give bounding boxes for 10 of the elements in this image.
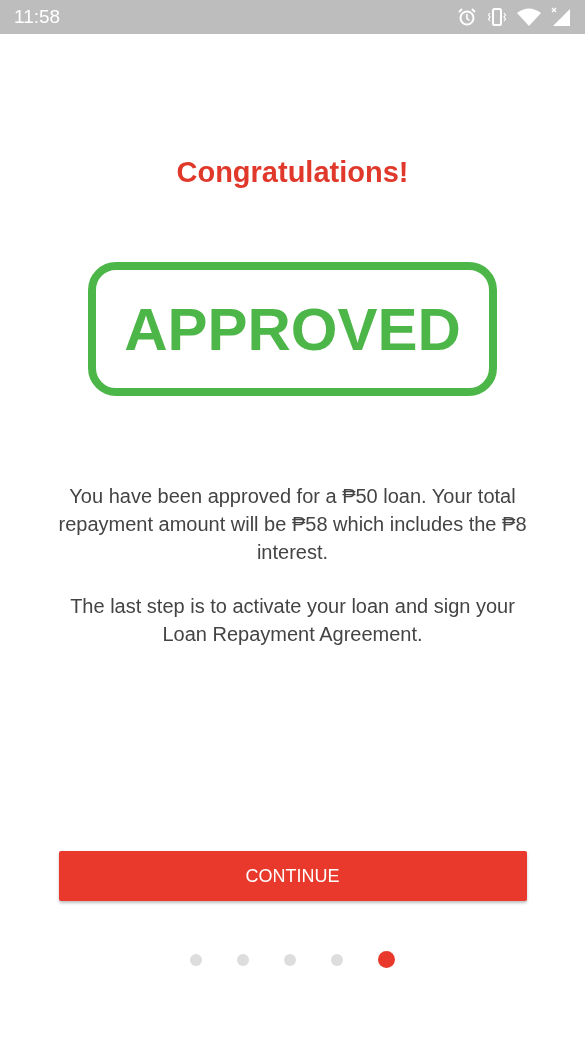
info-paragraph: The last step is to activate your loan and sign your Loan Repayment Agreement. <box>69 594 516 647</box>
vibrate-icon <box>487 7 507 27</box>
approved-stamp: APPROVED <box>88 262 497 396</box>
wifi-icon <box>517 8 541 26</box>
continue-button[interactable]: CONTINUE <box>58 851 527 901</box>
alarm-icon <box>457 7 477 27</box>
signal-icon <box>551 7 571 27</box>
info-paragraph: You have been approved for a ₱50 loan. Your total repayment amount will be ₱58 which includes the ₱8 interest. <box>57 484 528 565</box>
status-time: 11:58 <box>14 6 61 28</box>
congratulations-heading: Congratulations! <box>176 156 409 189</box>
